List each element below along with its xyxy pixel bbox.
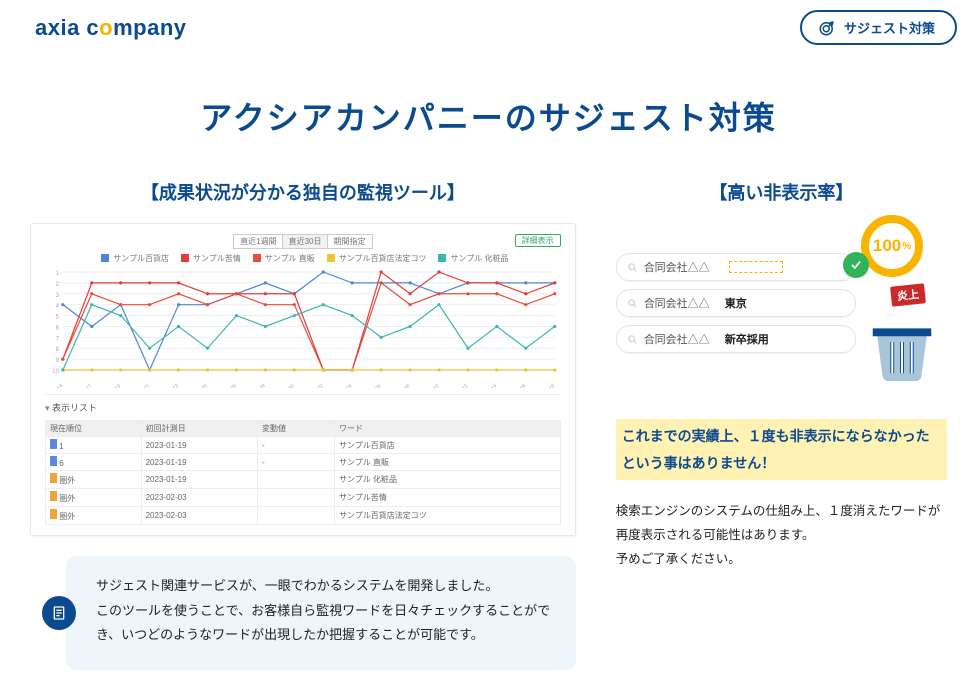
table-row: 圏外2023-02-03サンプル百貨店法定コツ [46, 507, 561, 525]
highlight-text: これまでの実績上、１度も非表示にならなかったという事はありません！ [616, 419, 947, 480]
svg-text:2023-04-17: 2023-04-17 [71, 383, 93, 388]
svg-text:2: 2 [56, 282, 60, 288]
dashboard-screenshot: 直近1週間直近30日期間指定 詳細表示 サンプル百貨店サンプル苦情サンプル 直販… [30, 223, 576, 536]
target-icon [818, 19, 836, 37]
table-row: 圏外2023-01-19サンプル 化粧品 [46, 471, 561, 489]
chart-legend: サンプル百貨店サンプル苦情サンプル 直販サンプル百貨店法定コツサンプル 化粧品 [45, 253, 561, 264]
check-icon [843, 252, 869, 278]
brand-logo: axia company [35, 15, 187, 41]
svg-text:2023-04-14: 2023-04-14 [45, 383, 64, 388]
list-title: 表示リスト [45, 394, 561, 414]
svg-text:2023-05-04: 2023-05-04 [331, 383, 353, 388]
svg-text:2023-05-12: 2023-05-12 [447, 383, 469, 388]
left-heading: 【成果状況が分かる独自の監視ツール】 [30, 179, 576, 205]
svg-text:2023-04-25: 2023-04-25 [187, 383, 209, 388]
table-row: 12023-01-19-サンプル百貨店 [46, 437, 561, 454]
trash-icon [863, 305, 941, 383]
fire-tag: 炎上 [890, 283, 926, 306]
svg-text:4: 4 [56, 304, 60, 310]
detail-button[interactable]: 詳細表示 [515, 234, 561, 247]
tab-range[interactable]: 期間指定 [327, 234, 373, 249]
tab-week[interactable]: 直近1週間 [233, 234, 283, 249]
svg-text:2023-05-08: 2023-05-08 [389, 383, 411, 388]
rank-table: 現在順位初回計測日変動値ワード 12023-01-19-サンプル百貨店 6202… [45, 420, 561, 525]
suggest-illustration: 100% 炎上 合同会社△△ 合同会社△△ 東京合同会社△△ 新卒採用 これまで… [616, 223, 947, 571]
svg-text:10: 10 [52, 369, 59, 375]
svg-text:8: 8 [56, 347, 60, 353]
svg-text:2023-05-02: 2023-05-02 [303, 383, 325, 388]
tab-30days[interactable]: 直近30日 [282, 234, 329, 249]
svg-text:2023-04-28: 2023-04-28 [245, 383, 267, 388]
table-row: 62023-01-19-サンプル 直販 [46, 454, 561, 471]
svg-text:2023-04-30: 2023-04-30 [274, 383, 296, 388]
search-icon [627, 334, 638, 345]
svg-text:1: 1 [56, 271, 60, 277]
svg-text:2023-05-10: 2023-05-10 [418, 383, 440, 388]
search-icon [627, 298, 638, 309]
svg-text:2023-05-16: 2023-05-16 [505, 383, 527, 388]
suggest-pill: 合同会社△△ [616, 253, 856, 281]
svg-text:9: 9 [56, 358, 60, 364]
description-bubble: サジェスト関連サービスが、一眼でわかるシステムを開発しました。 このツールを使う… [66, 556, 576, 670]
dashboard-tabs: 直近1週間直近30日期間指定 [45, 234, 561, 249]
cta-label: サジェスト対策 [844, 18, 935, 37]
suggest-pill: 合同会社△△ 東京 [616, 289, 856, 317]
percent-badge: 100% [861, 215, 923, 277]
svg-text:3: 3 [56, 293, 60, 299]
svg-text:2023-04-19: 2023-04-19 [100, 383, 122, 388]
svg-text:2023-04-26: 2023-04-26 [216, 383, 238, 388]
svg-text:6: 6 [56, 325, 60, 331]
cta-suggest-button[interactable]: サジェスト対策 [800, 10, 957, 45]
document-icon [42, 596, 76, 630]
svg-text:7: 7 [56, 336, 60, 342]
description-text: サジェスト関連サービスが、一眼でわかるシステムを開発しました。 このツールを使う… [96, 574, 554, 648]
svg-text:2023-05-06: 2023-05-06 [360, 383, 382, 388]
svg-text:2023-04-23: 2023-04-23 [158, 383, 180, 388]
disclaimer-text: 検索エンジンのシステムの仕組み上、１度消えたワードが再度表示される可能性はありま… [616, 500, 947, 571]
search-icon [627, 262, 638, 273]
page-title: アクシアカンパニーのサジェスト対策 [0, 93, 977, 139]
line-chart: 1 2 3 4 5 6 7 8 9 10 2023-04-14 2023-04-17 2023-04-1… [45, 268, 561, 388]
svg-text:2023-05-19: 2023-05-19 [534, 383, 556, 388]
right-heading: 【高い非表示率】 [616, 179, 947, 205]
svg-text:2023-05-14: 2023-05-14 [476, 383, 498, 388]
svg-text:5: 5 [56, 315, 60, 321]
suggest-pill: 合同会社△△ 新卒採用 [616, 325, 856, 353]
table-row: 圏外2023-02-03サンプル苦情 [46, 489, 561, 507]
svg-text:2023-04-21: 2023-04-21 [129, 383, 151, 388]
